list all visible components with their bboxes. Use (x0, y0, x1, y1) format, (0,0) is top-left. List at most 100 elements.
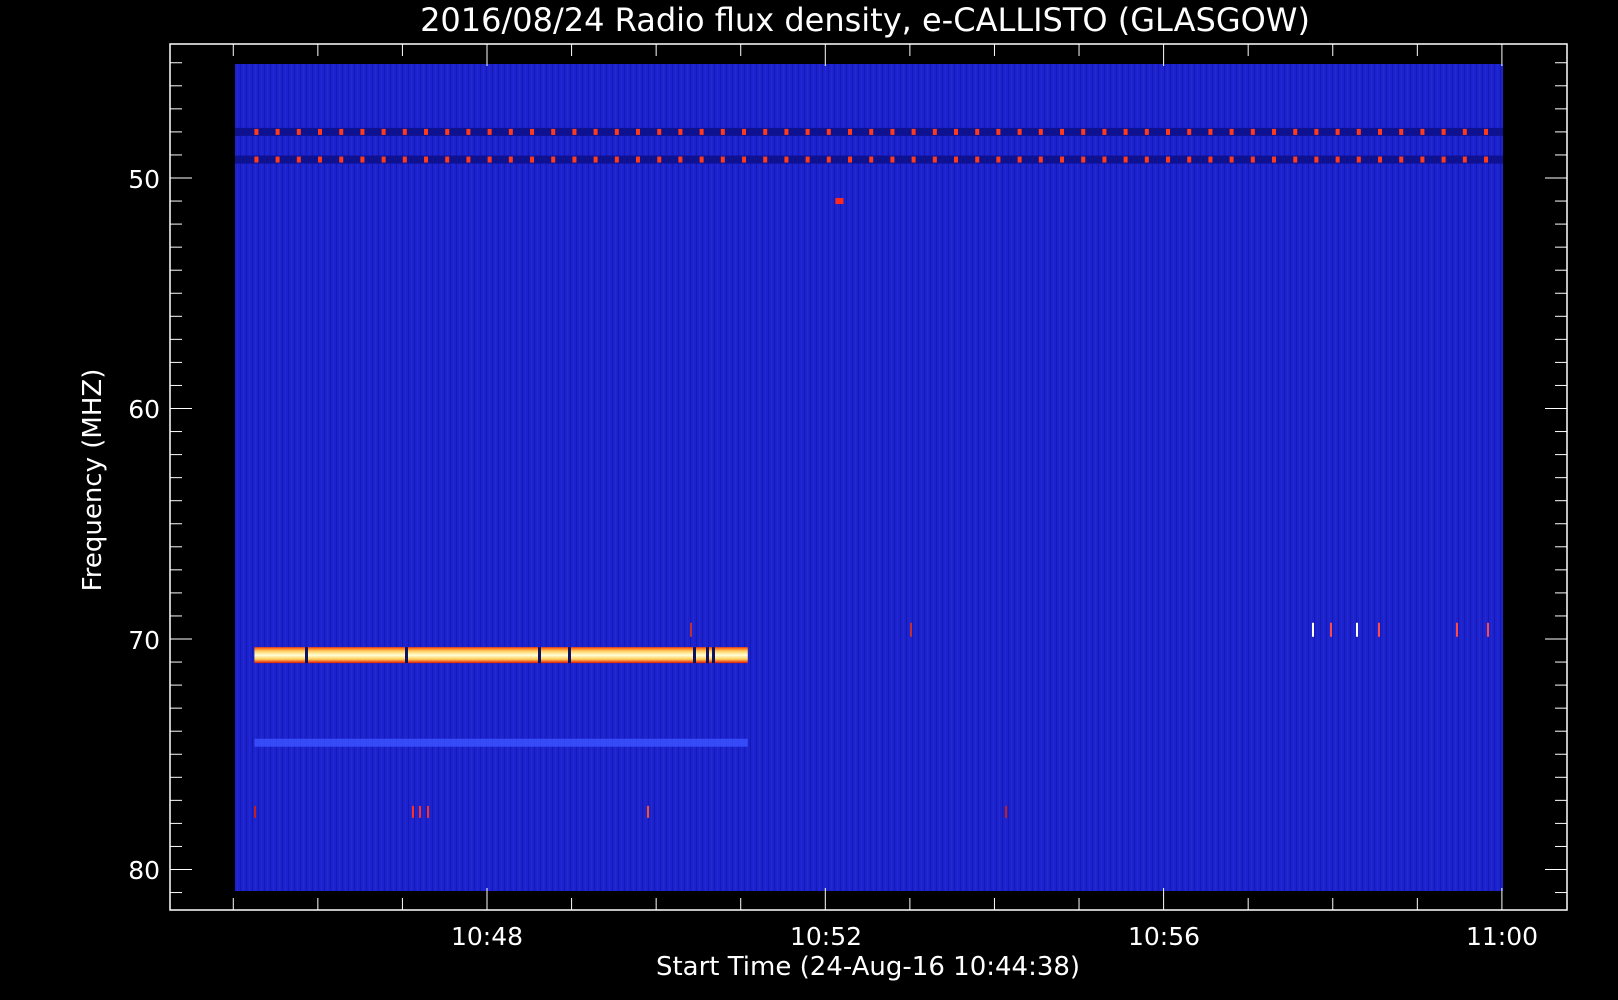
dotted-band-mark (318, 156, 323, 163)
dotted-band-mark (572, 128, 577, 135)
dotted-band-mark (572, 156, 577, 163)
dotted-band-mark (275, 156, 280, 163)
dotted-band-mark (508, 156, 513, 163)
dotted-band-mark (424, 128, 429, 135)
dotted-band-mark (1017, 156, 1022, 163)
y-tick-label-80: 80 (128, 856, 160, 885)
dotted-band-mark (593, 128, 598, 135)
dotted-band-mark (1441, 128, 1446, 135)
interference-mark (647, 805, 649, 818)
y-tick-label-70: 70 (128, 626, 160, 655)
dotted-band-mark (466, 156, 471, 163)
interference-mark (1378, 622, 1380, 637)
dotted-band-mark (826, 156, 831, 163)
dotted-band-mark (508, 128, 513, 135)
dotted-band-mark (254, 128, 259, 135)
band-gap (305, 647, 308, 664)
dotted-band-mark (996, 128, 1001, 135)
bright-band (254, 647, 748, 664)
dotted-band-mark (1166, 128, 1171, 135)
dotted-band-mark (402, 156, 407, 163)
dotted-band-mark (911, 156, 916, 163)
dotted-band-mark (1102, 128, 1107, 135)
dotted-band-mark (699, 128, 704, 135)
dotted-band-mark (1420, 128, 1425, 135)
dotted-band-mark (1250, 156, 1255, 163)
dotted-band-mark (381, 156, 386, 163)
interference-mark (1487, 622, 1489, 637)
dotted-band-mark (932, 128, 937, 135)
dotted-band-mark (1272, 156, 1277, 163)
dotted-band-mark (1335, 156, 1340, 163)
dotted-band-mark (1017, 128, 1022, 135)
dotted-band-mark (636, 128, 641, 135)
interference-mark (427, 805, 429, 818)
dotted-band-mark (678, 156, 683, 163)
dotted-band-mark (1293, 128, 1298, 135)
dotted-band-mark (996, 156, 1001, 163)
dotted-band-mark (1441, 156, 1446, 163)
dotted-band-mark (1038, 156, 1043, 163)
dotted-band-mark (402, 128, 407, 135)
dotted-band-mark (1123, 156, 1128, 163)
dotted-band-mark (1081, 128, 1086, 135)
band-gap (712, 647, 715, 664)
dotted-band-mark (826, 128, 831, 135)
dotted-band-mark (1060, 128, 1065, 135)
dotted-band-mark (614, 128, 619, 135)
dotted-band-mark (1378, 128, 1383, 135)
band-gap (568, 647, 571, 664)
band-gap (538, 647, 541, 664)
x-tick-label-1052: 10:52 (790, 922, 862, 951)
dotted-band-mark (614, 156, 619, 163)
dotted-band-mark (1462, 156, 1467, 163)
dotted-band-mark (339, 128, 344, 135)
x-tick-labels: 10:48 10:52 10:56 11:00 (451, 922, 1538, 951)
chart-title: 2016/08/24 Radio flux density, e-CALLIST… (420, 1, 1310, 39)
dotted-band-mark (1144, 128, 1149, 135)
dotted-band-mark (445, 156, 450, 163)
dotted-band-mark (296, 128, 301, 135)
dotted-band-mark (339, 156, 344, 163)
dotted-band-mark (1208, 156, 1213, 163)
interference-mark (1005, 805, 1007, 818)
dotted-band-mark (530, 128, 535, 135)
dotted-band-mark (805, 128, 810, 135)
dotted-band-mark (848, 156, 853, 163)
y-tick-labels: 50 60 70 80 (128, 165, 160, 885)
spectrogram-chart: 2016/08/24 Radio flux density, e-CALLIST… (78, 1, 1568, 982)
spot-mark (835, 198, 844, 205)
x-tick-label-1048: 10:48 (451, 922, 523, 951)
interference-mark (254, 805, 256, 818)
dotted-band-mark (954, 156, 959, 163)
dotted-band-mark (954, 128, 959, 135)
interference-mark (1312, 622, 1314, 637)
spectrogram-image (235, 64, 1503, 891)
x-tick-label-1056: 10:56 (1128, 922, 1200, 951)
dotted-band-mark (975, 156, 980, 163)
dotted-band-mark (254, 156, 259, 163)
dotted-band-mark (1399, 156, 1404, 163)
dotted-band-mark (869, 128, 874, 135)
dotted-band-mark (932, 156, 937, 163)
x-tick-label-1100: 11:00 (1466, 922, 1538, 951)
dotted-band-mark (1038, 128, 1043, 135)
dotted-band-mark (1102, 156, 1107, 163)
dotted-band-mark (1208, 128, 1213, 135)
dotted-band-mark (593, 156, 598, 163)
dotted-band-mark (360, 128, 365, 135)
dotted-band-mark (1187, 128, 1192, 135)
dotted-band-mark (1399, 128, 1404, 135)
dotted-band-mark (1272, 128, 1277, 135)
dotted-band-mark (1420, 156, 1425, 163)
dotted-band-mark (1314, 128, 1319, 135)
interference-mark (690, 622, 692, 637)
dotted-band-mark (296, 156, 301, 163)
band-gap (693, 647, 696, 664)
dotted-band-mark (890, 156, 895, 163)
dotted-band-mark (1484, 128, 1489, 135)
interference-mark (1456, 622, 1458, 637)
dotted-band-mark (551, 156, 556, 163)
dotted-band-mark (1462, 128, 1467, 135)
dotted-band-mark (466, 128, 471, 135)
